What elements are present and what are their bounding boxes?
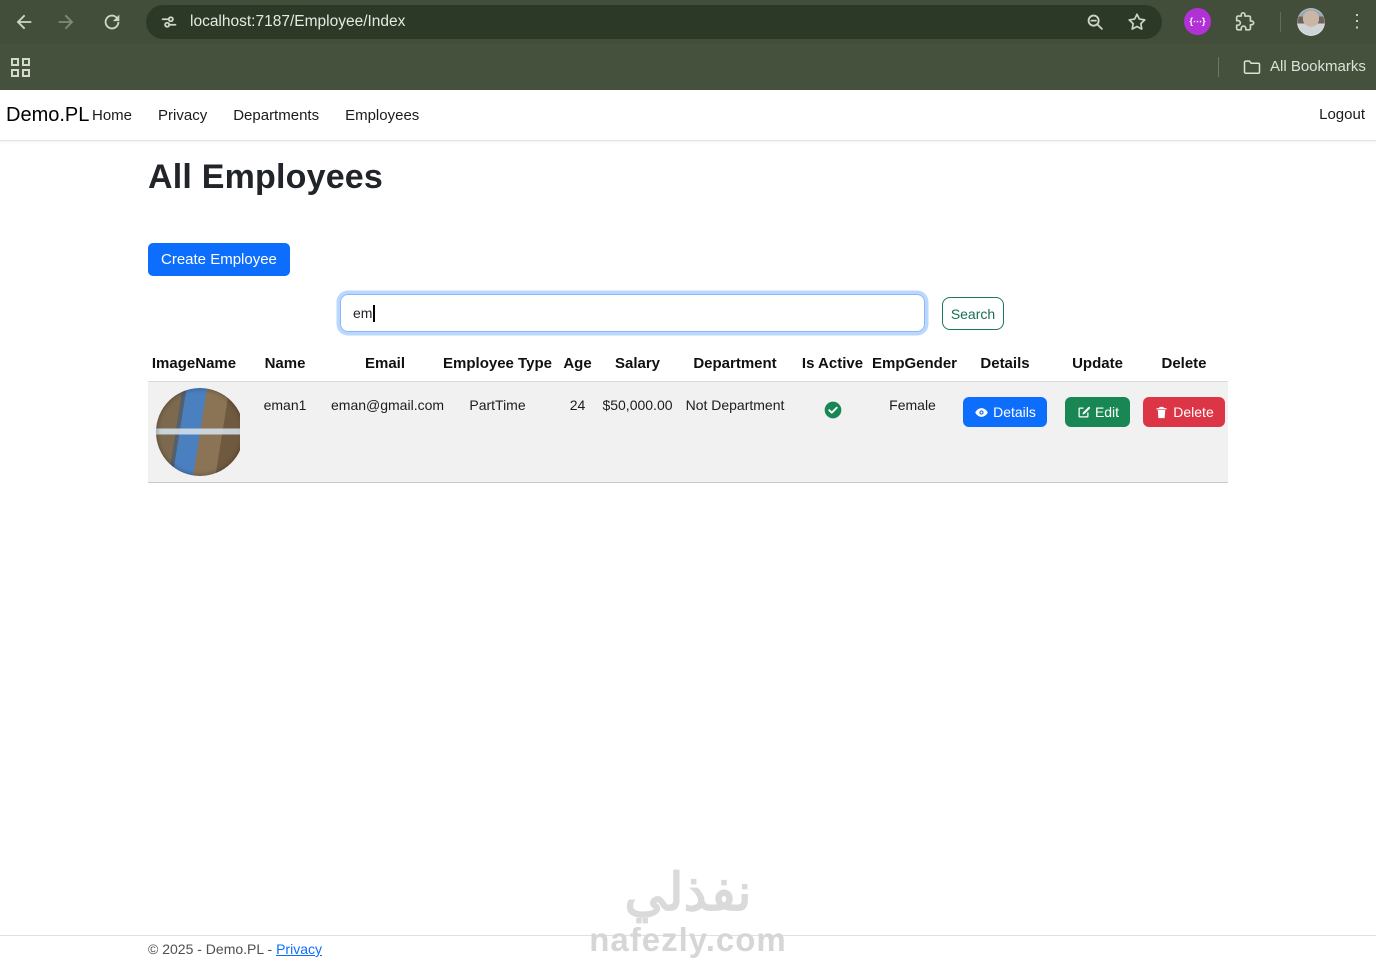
extensions-puzzle-icon[interactable]: [1232, 10, 1256, 34]
col-header-employee-type: Employee Type: [440, 348, 555, 382]
zoom-out-icon[interactable]: [1084, 11, 1106, 33]
footer-privacy-link[interactable]: Privacy: [276, 941, 322, 957]
cell-gender: Female: [870, 381, 955, 483]
search-input[interactable]: em: [340, 294, 925, 332]
browser-menu-icon[interactable]: ⋮: [1348, 9, 1366, 33]
employees-table: ImageName Name Email Employee Type Age S…: [148, 348, 1228, 483]
all-bookmarks-label[interactable]: All Bookmarks: [1270, 44, 1366, 90]
search-button[interactable]: Search: [942, 297, 1004, 330]
site-settings-icon[interactable]: [158, 11, 180, 33]
cell-employee-type: PartTime: [440, 381, 555, 483]
nav-link-employees[interactable]: Employees: [345, 107, 419, 124]
brand-link[interactable]: Demo.PL: [6, 90, 89, 140]
main-content: All Employees Create Employee em Search …: [148, 141, 1228, 483]
col-header-empgender: EmpGender: [870, 348, 957, 382]
extension-badge-glyph: {⋯}: [1189, 16, 1206, 26]
col-header-name: Name: [240, 348, 330, 382]
refresh-icon[interactable]: [100, 10, 124, 34]
nav-links: Home Privacy Departments Employees: [92, 90, 419, 140]
delete-button[interactable]: Delete: [1143, 397, 1225, 427]
active-check-icon: [824, 401, 841, 419]
employee-photo: [156, 388, 244, 476]
apps-grid-square: [11, 69, 19, 77]
apps-grid-icon[interactable]: [11, 58, 31, 78]
col-header-email: Email: [330, 348, 440, 382]
address-bar[interactable]: localhost:7187/Employee/Index: [146, 5, 1162, 39]
cell-update: Edit: [1055, 381, 1140, 483]
app-navbar: Demo.PL Home Privacy Departments Employe…: [0, 90, 1376, 141]
apps-grid-square: [22, 58, 30, 66]
forward-icon[interactable]: [54, 10, 78, 34]
col-header-details: Details: [955, 348, 1055, 382]
table-header-row: ImageName Name Email Employee Type Age S…: [148, 348, 1228, 382]
col-header-imagename: ImageName: [148, 348, 240, 382]
cell-delete: Delete: [1140, 381, 1228, 483]
browser-profile-avatar[interactable]: [1297, 8, 1325, 36]
table-row: eman1 eman@gmail.com PartTime 24 $50,000…: [148, 381, 1228, 483]
extension-badge-icon[interactable]: {⋯}: [1184, 8, 1211, 35]
nav-link-privacy[interactable]: Privacy: [158, 107, 207, 124]
cell-name: eman1: [240, 381, 330, 483]
bookmarks-bar: All Bookmarks: [0, 44, 1376, 90]
page-title: All Employees: [148, 158, 384, 196]
cell-age: 24: [555, 381, 600, 483]
copyright-text: © 2025 - Demo.PL -: [148, 941, 277, 957]
footer: © 2025 - Demo.PL - Privacy: [0, 935, 1376, 963]
text-caret: [373, 304, 375, 322]
details-button-label: Details: [993, 404, 1036, 420]
cell-department: Not Department: [675, 381, 795, 483]
search-input-value: em: [353, 305, 373, 321]
col-header-salary: Salary: [600, 348, 675, 382]
nav-link-home[interactable]: Home: [92, 107, 132, 124]
col-header-update: Update: [1055, 348, 1140, 382]
cell-image: [148, 381, 244, 483]
apps-grid-square: [11, 58, 19, 66]
delete-button-label: Delete: [1173, 404, 1214, 420]
col-header-age: Age: [555, 348, 600, 382]
col-header-department: Department: [675, 348, 795, 382]
back-icon[interactable]: [12, 10, 36, 34]
edit-button-label: Edit: [1094, 404, 1120, 420]
col-header-delete: Delete: [1140, 348, 1228, 382]
browser-toolbar: localhost:7187/Employee/Index {⋯} ⋮: [0, 0, 1376, 44]
col-header-is-active: Is Active: [795, 348, 870, 382]
nav-link-departments[interactable]: Departments: [233, 107, 319, 124]
trash-icon: [1156, 406, 1167, 418]
eye-icon: [975, 407, 988, 417]
details-button[interactable]: Details: [963, 397, 1047, 427]
url-text[interactable]: localhost:7187/Employee/Index: [190, 5, 405, 39]
cell-details: Details: [955, 381, 1055, 483]
search-row: em Search: [148, 294, 1228, 334]
pencil-square-icon: [1078, 406, 1091, 417]
watermark-arabic: نفذلي: [624, 864, 752, 923]
bookmarks-separator: [1218, 57, 1219, 77]
folder-icon[interactable]: [1242, 57, 1262, 77]
cell-is-active: [795, 381, 870, 483]
apps-grid-square: [22, 69, 30, 77]
bookmark-star-icon[interactable]: [1126, 11, 1148, 33]
cell-email: eman@gmail.com: [330, 381, 444, 483]
cell-salary: $50,000.00: [600, 381, 675, 483]
edit-button[interactable]: Edit: [1064, 397, 1131, 427]
toolbar-separator: [1280, 12, 1281, 32]
create-employee-button[interactable]: Create Employee: [148, 243, 290, 276]
logout-link[interactable]: Logout: [1319, 90, 1365, 140]
